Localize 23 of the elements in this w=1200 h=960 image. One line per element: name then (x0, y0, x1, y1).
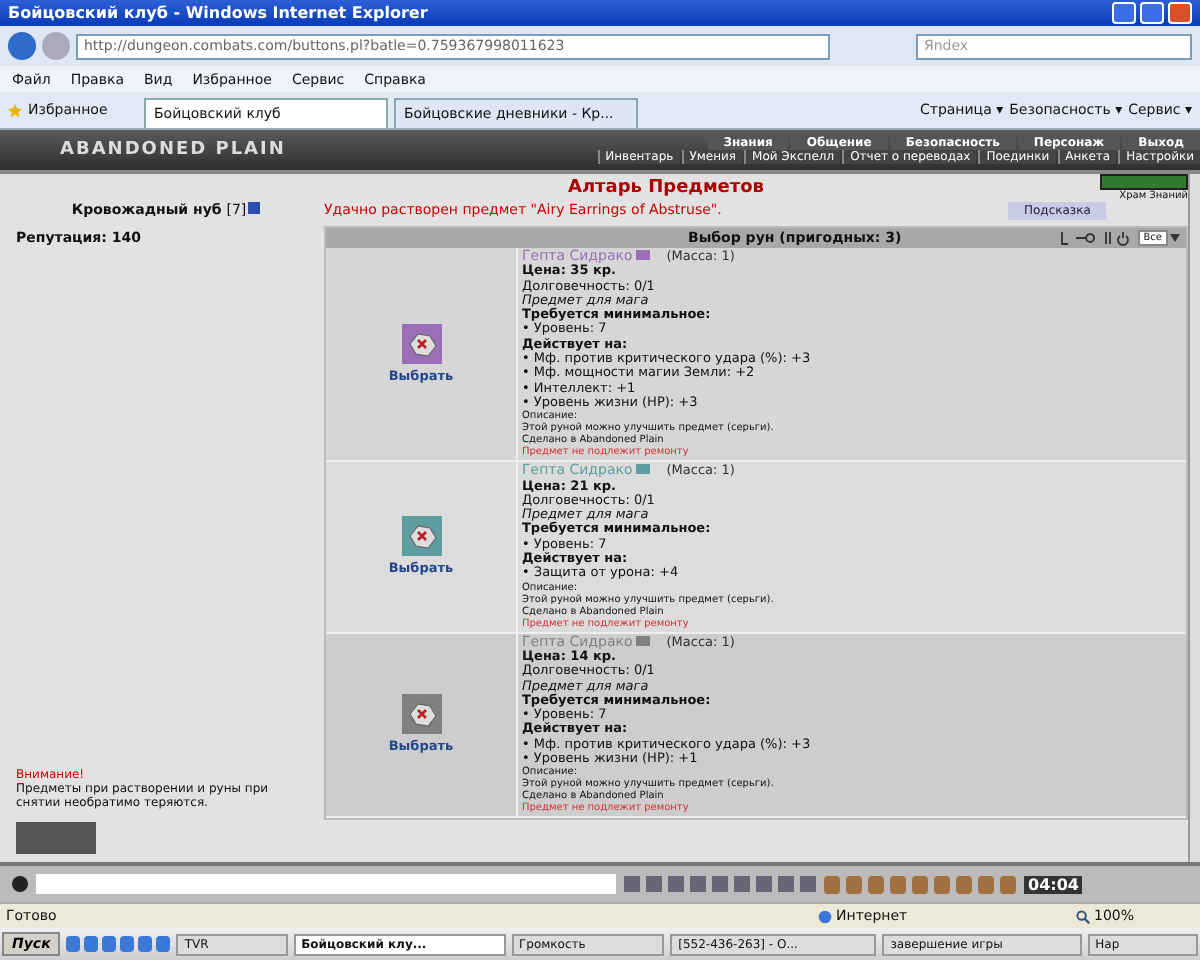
info-icon[interactable] (248, 202, 261, 214)
dropdown-arrow-icon[interactable] (1170, 234, 1180, 242)
minimize-button[interactable] (1112, 2, 1136, 24)
zoom-icon (1076, 909, 1090, 923)
maximize-button[interactable] (1140, 2, 1164, 24)
progress-indicator (1100, 174, 1188, 190)
window-title: Бойцовский клуб - Windows Internet Explorer (8, 4, 428, 22)
character-icons[interactable] (824, 875, 1016, 893)
game-logo: ABANDONED PLAIN (60, 140, 288, 160)
rune-icon (401, 694, 441, 735)
sort-icons[interactable] (1057, 230, 1130, 246)
quick-launch-icons[interactable] (66, 936, 171, 952)
close-button[interactable] (1168, 2, 1192, 24)
chat-input[interactable] (36, 874, 616, 894)
counter-badge (16, 822, 96, 854)
globe-icon (818, 909, 832, 923)
clock: 04:04 (1024, 875, 1083, 893)
back-button[interactable] (8, 32, 36, 60)
rune-icon (401, 324, 441, 365)
chat-toolbar-icons[interactable] (624, 876, 816, 892)
star-icon (8, 103, 22, 117)
rune-icon (401, 516, 441, 557)
page-title: Алтарь Предметов (565, 178, 766, 198)
